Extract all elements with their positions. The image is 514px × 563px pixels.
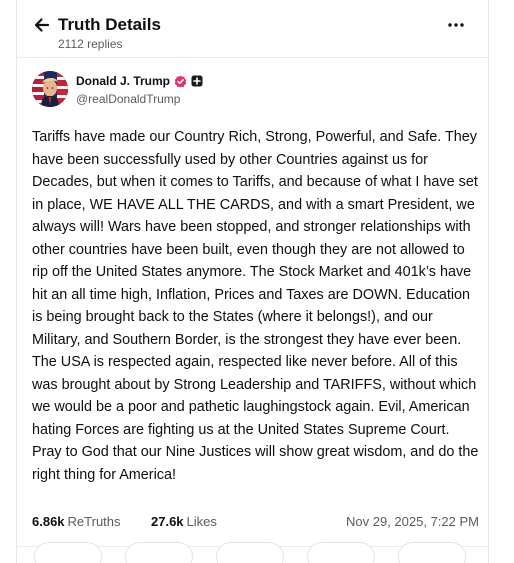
likes-label: Likes bbox=[186, 514, 217, 529]
reply-action-button[interactable] bbox=[34, 542, 102, 563]
retruths-stat[interactable]: 6.86k ReTruths bbox=[32, 512, 121, 532]
more-horizontal-icon bbox=[448, 23, 464, 27]
back-button[interactable] bbox=[31, 14, 53, 36]
author-name-row: Donald J. Trump bbox=[76, 73, 203, 89]
plus-square-badge-icon bbox=[191, 75, 203, 87]
more-options-button[interactable] bbox=[444, 16, 468, 34]
retruths-label: ReTruths bbox=[67, 514, 121, 529]
likes-stat[interactable]: 27.6k Likes bbox=[151, 512, 217, 532]
post-timestamp[interactable]: Nov 29, 2025, 7:22 PM bbox=[346, 512, 479, 532]
avatar-image bbox=[32, 71, 68, 107]
header-divider bbox=[17, 57, 488, 58]
post-text: Tariffs have made our Country Rich, Stro… bbox=[32, 129, 479, 483]
avatar[interactable] bbox=[32, 71, 68, 107]
truth-detail-card: Truth Details 2112 replies Donald J. Tru… bbox=[16, 0, 489, 563]
author-name[interactable]: Donald J. Trump bbox=[76, 73, 170, 89]
share-action-button[interactable] bbox=[307, 542, 375, 563]
verified-badge-icon bbox=[174, 75, 187, 88]
likes-count: 27.6k bbox=[151, 514, 184, 529]
post-meta-row: 6.86k ReTruths 27.6k Likes Nov 29, 2025, 7… bbox=[32, 512, 479, 532]
retruth-action-button[interactable] bbox=[125, 542, 193, 563]
author-handle[interactable]: @realDonaldTrump bbox=[76, 92, 180, 106]
arrow-left-icon bbox=[34, 18, 50, 32]
page-title: Truth Details bbox=[58, 15, 161, 34]
more-action-button[interactable] bbox=[398, 542, 466, 563]
like-action-button[interactable] bbox=[216, 542, 284, 563]
reply-count: 2112 replies bbox=[58, 37, 123, 51]
author-block: Donald J. Trump @realDonaldTrump bbox=[32, 70, 452, 110]
header: Truth Details 2112 replies bbox=[17, 8, 488, 56]
page: Truth Details 2112 replies Donald J. Tru… bbox=[0, 0, 514, 563]
retruths-count: 6.86k bbox=[32, 514, 65, 529]
